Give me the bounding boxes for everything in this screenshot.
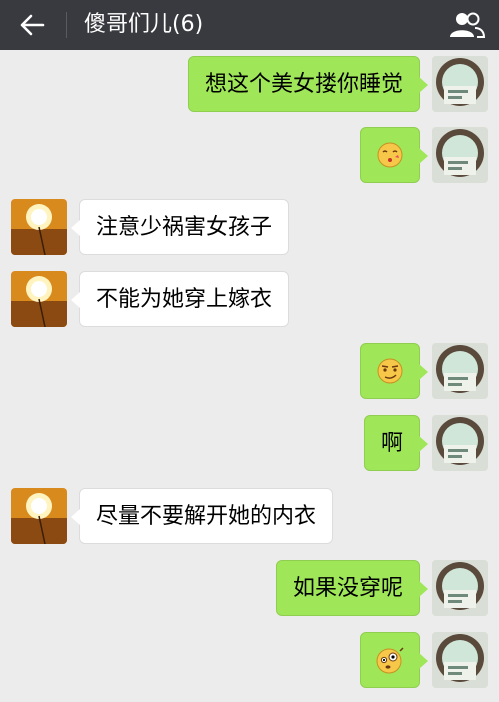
message-bubble[interactable]: 尽量不要解开她的内衣 bbox=[70, 488, 334, 544]
my-avatar[interactable] bbox=[432, 343, 488, 399]
emoji-message-bubble[interactable] bbox=[360, 632, 428, 688]
arrow-left-icon bbox=[20, 14, 45, 36]
title-bar: 傻哥们儿(6) bbox=[0, 0, 499, 50]
shocked-face-emoji bbox=[376, 647, 404, 674]
kissing-face-emoji bbox=[377, 142, 403, 168]
emoji-message-bubble[interactable] bbox=[360, 343, 428, 399]
message-bubble[interactable]: 不能为她穿上嫁衣 bbox=[70, 271, 290, 327]
group-members-icon bbox=[450, 12, 485, 38]
message-bubble[interactable]: 如果没穿呢 bbox=[275, 560, 429, 616]
friend-avatar[interactable] bbox=[11, 271, 67, 327]
smirking-face-emoji bbox=[377, 358, 403, 384]
back-button[interactable] bbox=[12, 5, 52, 45]
friend-avatar[interactable] bbox=[11, 488, 67, 544]
my-avatar[interactable] bbox=[432, 415, 488, 471]
message-bubble[interactable]: 注意少祸害女孩子 bbox=[70, 199, 290, 255]
my-avatar[interactable] bbox=[432, 560, 488, 616]
message-bubble[interactable]: 啊 bbox=[363, 415, 429, 471]
group-info-button[interactable] bbox=[447, 5, 487, 45]
header-divider bbox=[66, 12, 67, 38]
my-avatar[interactable] bbox=[432, 632, 488, 688]
message-bubble[interactable]: 想这个美女搂你睡觉 bbox=[187, 56, 429, 112]
my-avatar[interactable] bbox=[432, 127, 488, 183]
my-avatar[interactable] bbox=[432, 56, 488, 112]
friend-avatar[interactable] bbox=[11, 199, 67, 255]
emoji-message-bubble[interactable] bbox=[360, 127, 428, 183]
chat-title: 傻哥们儿(6) bbox=[84, 12, 204, 37]
